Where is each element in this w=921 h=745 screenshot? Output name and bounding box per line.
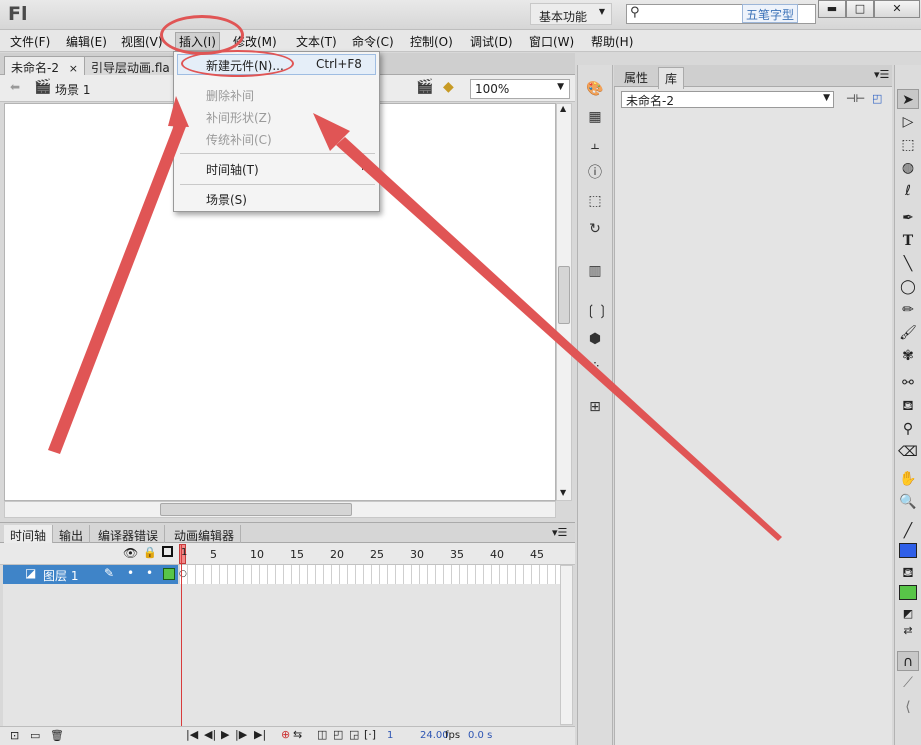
annotation-arrow-right <box>336 137 782 541</box>
annotation-arrow-left <box>48 120 187 454</box>
annotation-arrow-left-head <box>168 96 189 127</box>
annotation-arrows <box>48 96 782 541</box>
